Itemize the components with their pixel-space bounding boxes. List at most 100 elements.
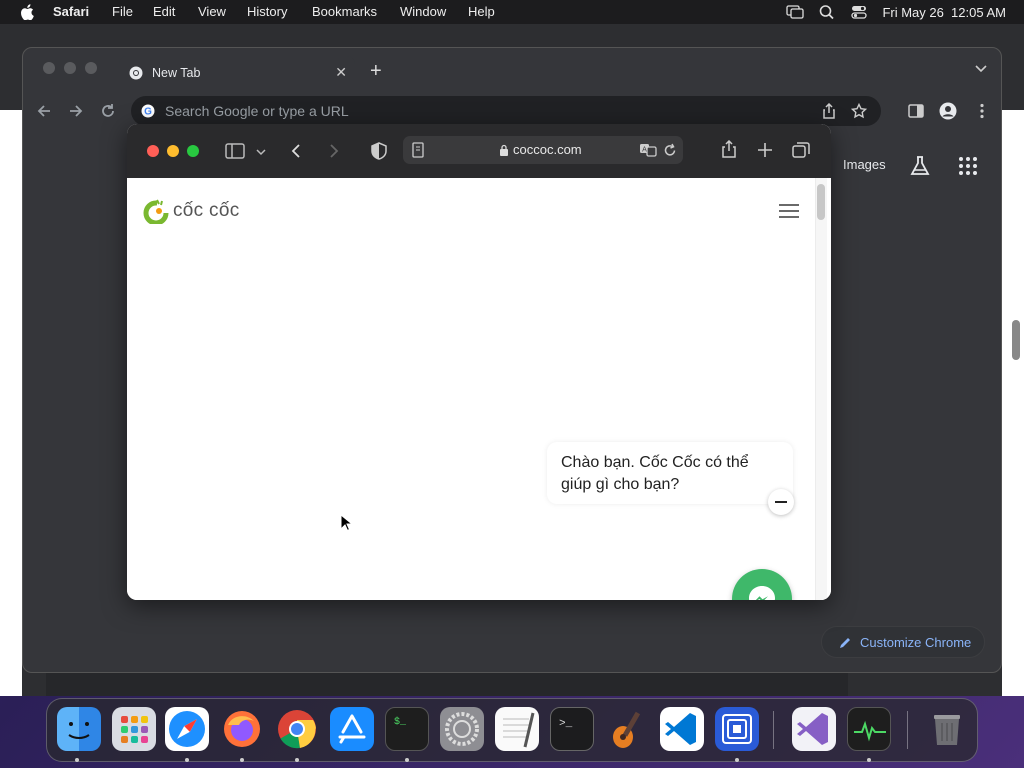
reload-icon[interactable] [99,102,117,120]
dock-launchpad-icon[interactable] [112,707,156,751]
messenger-chat-button[interactable] [732,569,792,600]
messenger-icon [749,586,775,600]
background-scrollbar[interactable] [1012,320,1020,360]
pencil-icon [840,638,850,648]
translate-icon[interactable]: A [639,142,657,158]
safari-new-tab-icon[interactable] [755,141,775,159]
google-g-icon: G [141,104,155,118]
coccoc-logo-icon [143,199,169,224]
chrome-zoom-button[interactable] [85,62,97,74]
dock-vscode-icon[interactable] [660,707,704,751]
background-window-bottom [46,672,848,696]
menu-bar: Safari File Edit View History Bookmarks … [0,0,1024,24]
chrome-minimize-button[interactable] [64,62,76,74]
privacy-shield-icon[interactable] [369,142,389,160]
safari-minimize-button[interactable] [167,145,179,157]
sidebar-toggle-icon[interactable] [225,142,245,160]
coccoc-logo-text: cốc cốc [173,200,240,221]
tab-overview-icon[interactable] [791,141,811,159]
spotlight-search-icon[interactable] [818,4,836,20]
safari-zoom-button[interactable] [187,145,199,157]
omnibox-placeholder: Search Google or type a URL [165,103,349,119]
safari-reload-icon[interactable] [663,142,677,158]
menu-view[interactable]: View [198,4,226,19]
dock-garageband-icon[interactable] [605,707,649,751]
dock-visual-studio-icon[interactable] [792,707,836,751]
page-scrollbar-thumb[interactable] [817,184,825,220]
chrome-omnibox[interactable]: G Search Google or type a URL [131,96,881,126]
safari-url-text: coccoc.com [513,142,582,157]
dock-finder-icon[interactable] [57,707,101,751]
dock-app-store-icon[interactable] [330,707,374,751]
chat-greeting-line-1: Chào bạn. Cốc Cốc có thể [561,454,749,471]
dock-running-indicator [185,758,189,762]
menu-help[interactable]: Help [468,4,495,19]
safari-share-icon[interactable] [719,140,739,158]
dock: $_ >_ [46,698,978,762]
safari-back-icon[interactable] [287,142,307,160]
dock-screen-sharing-icon[interactable] [715,707,759,751]
menu-app-name[interactable]: Safari [53,4,89,19]
dock-running-indicator [240,758,244,762]
minus-icon [775,501,787,503]
dock-system-settings-icon[interactable] [440,707,484,751]
forward-arrow-icon[interactable] [67,102,85,120]
menu-history[interactable]: History [247,4,287,19]
dock-terminal-icon[interactable]: $_ [385,707,429,751]
svg-text:$_: $_ [394,716,407,728]
sidebar-chevron-down-icon[interactable] [255,143,267,161]
dock-activity-monitor-icon[interactable] [847,707,891,751]
dock-separator-trash [907,711,908,749]
hamburger-menu-icon[interactable] [777,202,801,220]
share-icon[interactable] [821,103,837,119]
tab-search-chevron-icon[interactable] [973,62,989,76]
menu-edit[interactable]: Edit [153,4,175,19]
dock-safari-icon[interactable] [165,707,209,751]
apple-icon[interactable] [20,4,34,20]
menu-clock[interactable]: Fri May 26 12:05 AM [882,5,1006,20]
dock-textedit-icon[interactable] [495,707,539,751]
menu-file[interactable]: File [112,4,133,19]
customize-chrome-label: Customize Chrome [860,635,972,650]
safari-close-button[interactable] [147,145,159,157]
svg-text:>_: >_ [559,718,573,730]
close-tab-icon[interactable]: ✕ [335,64,347,81]
dock-running-indicator [735,758,739,762]
safari-address-bar[interactable]: coccoc.com A [403,136,683,164]
page-scroll-track [815,178,827,600]
chrome-tab-new-tab[interactable]: New Tab ✕ [119,56,355,90]
background-window-edge-right [1002,110,1024,696]
dock-script-editor-icon[interactable]: >_ [550,707,594,751]
background-window-edge-left [0,110,22,696]
bookmark-star-icon[interactable] [851,103,867,119]
dock-firefox-icon[interactable] [220,707,264,751]
control-center-icon[interactable] [850,4,868,20]
chat-greeting-line-2: giúp gì cho bạn? [561,476,680,493]
menu-bookmarks[interactable]: Bookmarks [312,4,377,19]
chrome-traffic-lights [43,62,97,74]
safari-toolbar: coccoc.com A [127,124,831,178]
chrome-close-button[interactable] [43,62,55,74]
chat-minimize-button[interactable] [768,489,794,515]
chrome-menu-icon[interactable] [973,102,991,120]
dock-running-indicator [75,758,79,762]
coccoc-page: cốc cốc Chào bạn. Cốc Cốc có thể giúp gì… [127,178,831,600]
google-images-link[interactable]: Images [843,157,886,172]
coccoc-logo[interactable]: cốc cốc [143,196,253,226]
dock-chrome-icon[interactable] [275,707,319,751]
safari-forward-icon[interactable] [323,142,343,160]
google-apps-icon[interactable] [957,155,979,177]
profile-icon[interactable] [939,102,957,120]
customize-chrome-button[interactable]: Customize Chrome [821,626,985,658]
screen-mirroring-icon[interactable] [786,4,805,20]
chrome-tab-title: New Tab [152,66,201,80]
page-menu-icon[interactable] [411,142,425,158]
dock-running-indicator [405,758,409,762]
labs-flask-icon[interactable] [909,155,931,177]
back-arrow-icon[interactable] [35,102,53,120]
dock-trash-icon[interactable] [925,707,969,751]
chat-greeting-bubble[interactable]: Chào bạn. Cốc Cốc có thể giúp gì cho bạn… [547,442,793,504]
new-tab-icon[interactable]: + [370,60,382,83]
side-panel-icon[interactable] [907,102,925,120]
menu-window[interactable]: Window [400,4,446,19]
